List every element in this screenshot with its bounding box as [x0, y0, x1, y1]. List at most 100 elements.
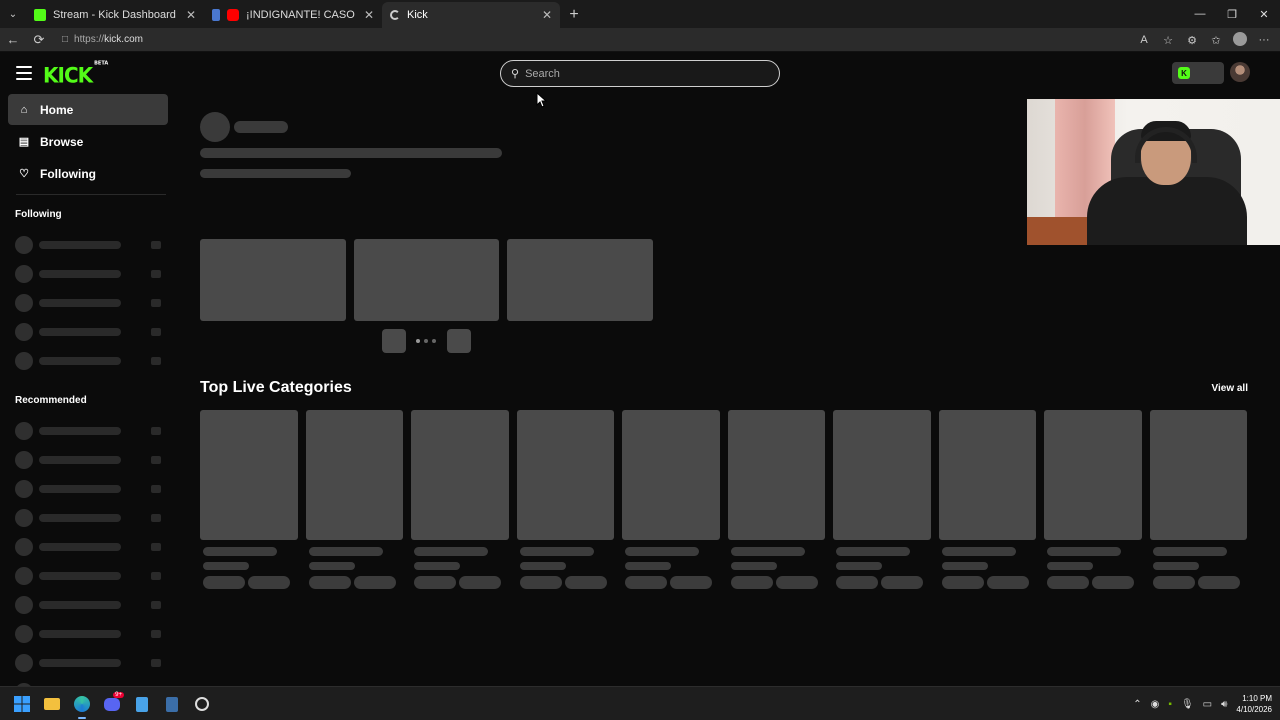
skeleton-avatar: [200, 112, 230, 142]
skeleton-category-card[interactable]: [833, 410, 931, 592]
sidebar-item-browse[interactable]: ▤ Browse: [8, 126, 168, 157]
skeleton-category-card[interactable]: [727, 410, 825, 592]
skeleton-category-cover: [938, 410, 1036, 540]
skeleton-category-card[interactable]: [1149, 410, 1247, 592]
skeleton-line: [1047, 562, 1093, 570]
skeleton-viewer-count: [151, 513, 161, 522]
carousel-prev-button[interactable]: [382, 329, 406, 353]
stop-loading-icon[interactable]: ⟳: [26, 28, 52, 52]
skeleton-line: [836, 562, 882, 570]
skeleton-viewer-count: [151, 298, 161, 307]
network-icon[interactable]: ▭: [1203, 699, 1212, 710]
calculator-icon[interactable]: [160, 692, 184, 716]
tab-list-chevron-icon[interactable]: ⌄: [0, 0, 26, 28]
close-window-icon[interactable]: ✕: [1248, 0, 1280, 28]
read-aloud-icon[interactable]: A: [1136, 34, 1152, 46]
skeleton-line: [203, 547, 277, 556]
user-avatar[interactable]: [1230, 62, 1250, 82]
carousel-dot[interactable]: [424, 339, 428, 343]
tab-kick[interactable]: Kick ✕: [382, 2, 560, 28]
close-tab-icon[interactable]: ✕: [364, 8, 374, 22]
skeleton-line: [234, 121, 288, 133]
skeleton-channel-row: [0, 346, 176, 375]
skeleton-channel-row: [0, 416, 176, 445]
notepad-icon[interactable]: [130, 692, 154, 716]
skeleton-tag: [730, 576, 773, 589]
sidebar-item-label: Browse: [40, 134, 84, 149]
carousel-dot[interactable]: [432, 339, 436, 343]
skeleton-category-card[interactable]: [305, 410, 403, 592]
minimize-icon[interactable]: —: [1184, 0, 1216, 28]
close-tab-icon[interactable]: ✕: [542, 8, 552, 22]
skeleton-avatar: [15, 235, 33, 254]
extensions-icon[interactable]: ⚙: [1184, 34, 1200, 47]
skeleton-channel-row: [0, 648, 176, 677]
restore-icon[interactable]: ❐: [1216, 0, 1248, 28]
nvidia-icon[interactable]: ▪: [1168, 699, 1172, 710]
skeleton-line: [1152, 562, 1199, 570]
close-tab-icon[interactable]: ✕: [186, 8, 196, 22]
skeleton-category-card[interactable]: [622, 410, 720, 592]
steam-icon[interactable]: ◉: [1151, 699, 1160, 710]
carousel-dot[interactable]: [416, 339, 420, 343]
skeleton-line: [39, 629, 121, 638]
kick-rewards-button[interactable]: K: [1172, 62, 1224, 84]
tab-youtube-video[interactable]: ¡INDIGNANTE! CASO SMASH Y DE ✕: [204, 2, 382, 28]
skeleton-line: [39, 327, 121, 336]
volume-icon[interactable]: 🔊︎: [1221, 699, 1227, 710]
file-explorer-icon[interactable]: [40, 692, 64, 716]
windows-start-icon[interactable]: [10, 692, 34, 716]
skeleton-channel-row: [0, 474, 176, 503]
skeleton-line: [519, 562, 566, 570]
more-menu-icon[interactable]: ···: [1256, 34, 1272, 46]
favorite-star-icon[interactable]: ☆: [1160, 34, 1176, 47]
clock-date: 4/10/2026: [1236, 705, 1272, 714]
search-box[interactable]: ⚲: [500, 60, 780, 87]
hamburger-menu-icon[interactable]: [16, 66, 32, 80]
skeleton-category-card[interactable]: [938, 410, 1036, 592]
skeleton-avatar: [15, 566, 33, 585]
following-list: [0, 230, 176, 375]
edge-browser-icon[interactable]: [70, 692, 94, 719]
skeleton-line: [39, 571, 121, 580]
back-arrow-icon[interactable]: ←: [0, 28, 26, 52]
tab-title: ¡INDIGNANTE! CASO SMASH Y DE: [246, 9, 357, 21]
skeleton-category-cover: [200, 410, 298, 540]
skeleton-tag: [986, 576, 1029, 589]
skeleton-tag: [353, 576, 396, 589]
skeleton-line: [200, 148, 502, 158]
sidebar-item-label: Following: [40, 166, 96, 181]
favorites-icon[interactable]: ✩: [1208, 34, 1224, 47]
tray-overflow-chevron-icon[interactable]: ⌃: [1133, 699, 1141, 710]
kick-favicon-icon: [34, 9, 46, 21]
skeleton-channel-row: [0, 445, 176, 474]
recommended-list: [0, 416, 176, 686]
new-tab-button[interactable]: +: [560, 2, 588, 28]
microphone-icon[interactable]: 🎙︎: [1181, 699, 1194, 710]
search-input[interactable]: [525, 67, 756, 80]
discord-icon[interactable]: 9+: [100, 692, 124, 716]
skeleton-category-card[interactable]: [1044, 410, 1142, 592]
skeleton-category-card[interactable]: [411, 410, 509, 592]
logo-text: KICK: [43, 62, 93, 88]
carousel-next-button[interactable]: [447, 329, 471, 353]
skeleton-line: [836, 547, 910, 556]
skeleton-line: [39, 298, 121, 307]
skeleton-line: [39, 455, 121, 464]
url-field[interactable]: □ https://kick.com: [58, 30, 1138, 50]
sidebar-item-home[interactable]: ⌂ Home: [8, 94, 168, 125]
view-all-link[interactable]: View all: [1211, 383, 1248, 394]
tab-kick-dashboard[interactable]: Stream - Kick Dashboard ✕: [26, 2, 204, 28]
taskbar-clock[interactable]: 1:10 PM 4/10/2026: [1236, 693, 1272, 715]
skeleton-line: [519, 547, 594, 556]
kick-logo[interactable]: KICK BETA: [43, 61, 108, 88]
search-icon: ⚲: [511, 68, 520, 80]
skeleton-category-card[interactable]: [516, 410, 614, 592]
skeleton-carousel-card: [507, 239, 653, 321]
obs-icon[interactable]: [190, 692, 214, 716]
profile-icon[interactable]: [1232, 31, 1248, 49]
sidebar-item-following[interactable]: ♡ Following: [8, 158, 168, 189]
skeleton-carousel-card: [354, 239, 499, 321]
skeleton-category-card[interactable]: [200, 410, 298, 592]
url-host: kick.com: [104, 34, 143, 45]
